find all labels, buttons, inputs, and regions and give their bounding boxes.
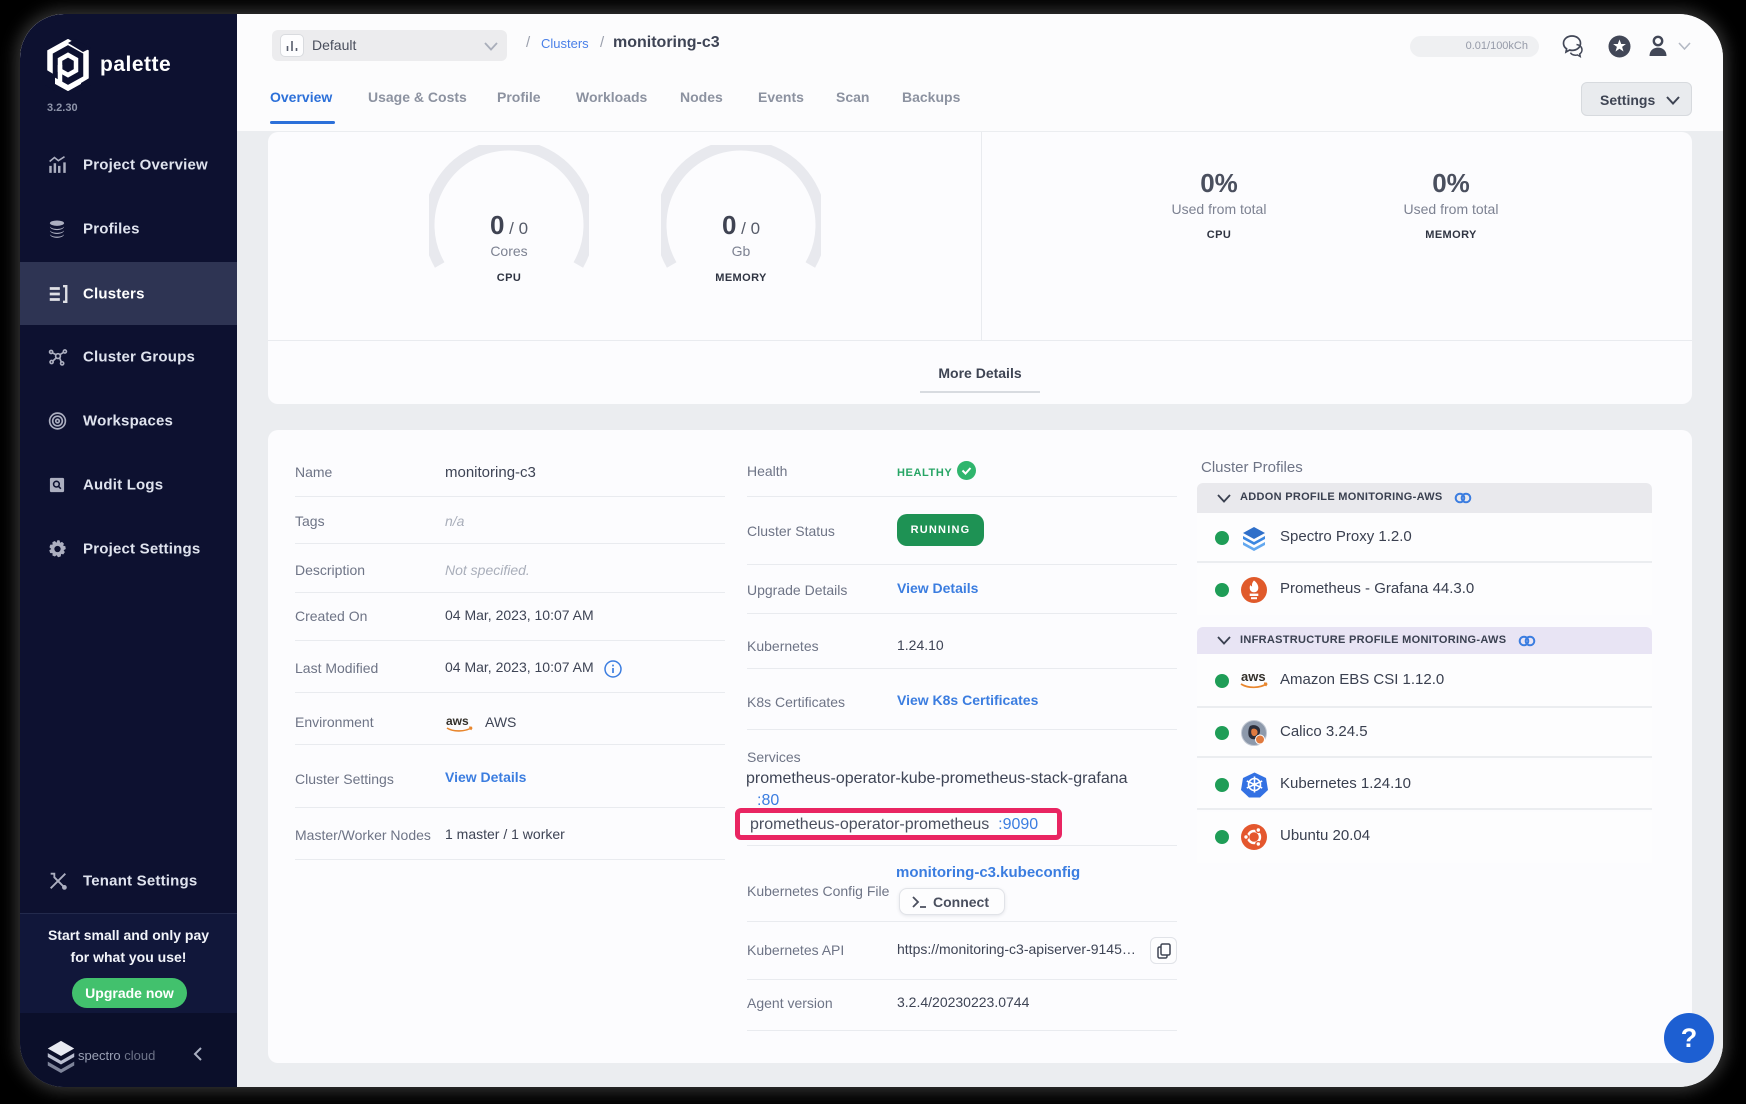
svg-text:aws: aws	[446, 714, 469, 728]
svg-text:aws: aws	[1241, 669, 1266, 684]
